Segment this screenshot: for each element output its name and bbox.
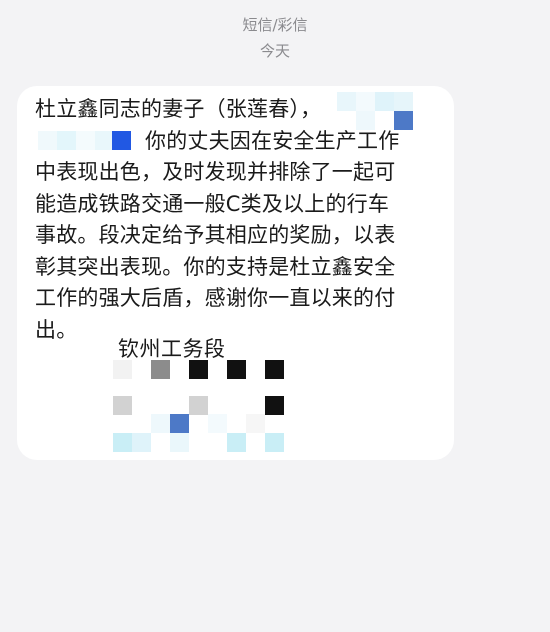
- mosaic-cell: [76, 131, 95, 150]
- message-line: 工作的强大后盾，感谢你一直以来的付: [35, 286, 396, 310]
- mosaic-cell: [394, 111, 413, 130]
- mosaic-cell: [265, 433, 284, 452]
- mosaic-cell: [151, 414, 170, 433]
- mosaic-cell: [113, 360, 132, 379]
- mosaic-cell: [356, 111, 375, 130]
- mosaic-cell: [113, 396, 132, 415]
- message-line: 中表现出色，及时发现并排除了一起可: [35, 160, 396, 184]
- mosaic-cell: [227, 360, 246, 379]
- mosaic-cell: [246, 414, 265, 433]
- mosaic-cell: [151, 360, 170, 379]
- message-line: 彰其突出表现。你的支持是杜立鑫安全: [35, 254, 396, 279]
- mosaic-cell: [208, 414, 227, 433]
- mosaic-cell: [265, 396, 284, 415]
- message-line: 事故。段决定给予其相应的奖励，以表: [35, 223, 396, 247]
- conversation-type-label: 短信/彩信: [242, 16, 308, 34]
- mosaic-cell: [227, 433, 246, 452]
- message-line: 能造成铁路交通一般C类及以上的行车: [35, 191, 390, 216]
- mosaic-cell: [375, 92, 394, 111]
- message-sender-signature: 钦州工务段: [118, 337, 226, 361]
- mosaic-cell: [337, 92, 356, 111]
- mosaic-cell: [57, 131, 76, 150]
- mosaic-cell: [394, 92, 413, 111]
- message-line: 出。: [35, 317, 78, 342]
- conversation-date-label: 今天: [259, 42, 290, 60]
- mosaic-cell: [112, 131, 131, 150]
- mosaic-cell: [170, 433, 189, 452]
- mosaic-cell: [38, 131, 57, 150]
- mosaic-cell: [189, 396, 208, 415]
- mosaic-cell: [189, 360, 208, 379]
- mosaic-cell: [265, 360, 284, 379]
- mosaic-cell: [356, 92, 375, 111]
- mosaic-cell: [170, 414, 189, 433]
- message-bubble[interactable]: 杜立鑫同志的妻子（张莲春）， 你的丈夫因在安全生产工作 中表现出色，及时发现并排…: [17, 86, 454, 460]
- mosaic-cell: [113, 433, 132, 452]
- mosaic-cell: [132, 433, 151, 452]
